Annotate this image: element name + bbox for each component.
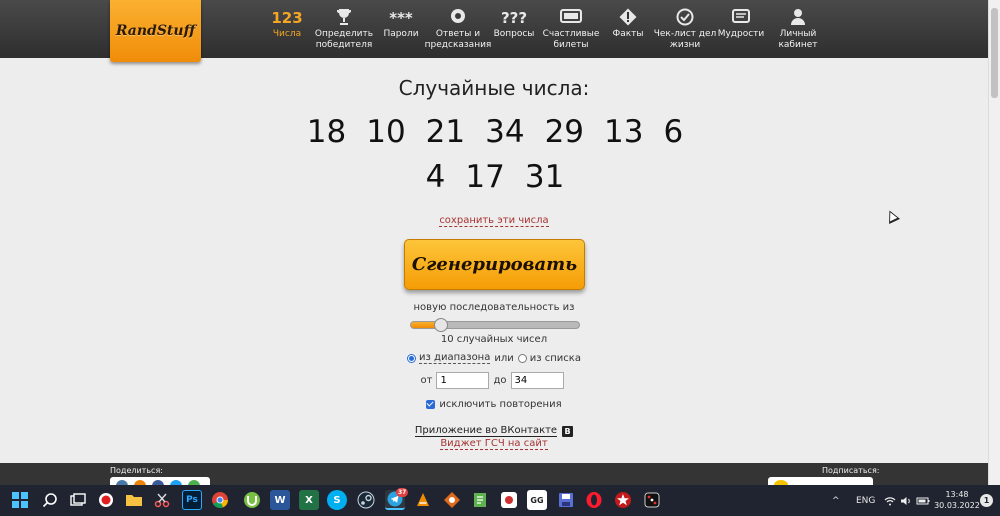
record-icon[interactable] — [96, 490, 116, 510]
notification-badge[interactable]: 1 — [980, 494, 993, 507]
notepad-app-icon[interactable] — [470, 490, 490, 510]
sequence-label: новую последовательность из — [413, 302, 575, 313]
scrollbar-thumb[interactable] — [991, 8, 998, 98]
subscribe-label: Подписаться: — [822, 466, 880, 475]
volume-icon[interactable] — [900, 485, 912, 516]
top-navigation: RandStuff 123 Числа Определить победител… — [0, 0, 988, 62]
save-numbers-row: сохранить эти числа — [0, 208, 988, 227]
exclude-repeats-label[interactable]: исключить повторения — [439, 399, 561, 410]
main-content: Случайные числа: 18 10 21 34 29 13 6 4 1… — [0, 58, 988, 463]
nav-label: Числа — [272, 29, 302, 39]
telegram-icon[interactable]: 37 — [385, 488, 409, 510]
file-explorer-icon[interactable] — [124, 490, 144, 510]
photoshop-icon[interactable]: Ps — [182, 490, 202, 510]
tray-overflow-icon[interactable]: ^ — [832, 485, 840, 516]
random-number: 31 — [524, 159, 565, 195]
nav-label: Определить победителя — [314, 29, 374, 50]
vk-icon[interactable]: В — [562, 425, 574, 437]
range-mode-label[interactable]: из диапазона — [419, 352, 491, 364]
list-radio[interactable] — [517, 353, 527, 363]
nav-label: Мудрости — [717, 29, 765, 39]
random-number: 17 — [465, 159, 505, 195]
mode-selector: из диапазона или из списка — [0, 352, 988, 364]
vlc-icon[interactable] — [413, 490, 433, 510]
random-numbers: 18 10 21 34 29 13 6 4 17 31 — [290, 110, 700, 200]
media-app-icon[interactable] — [499, 490, 519, 510]
from-label: от — [420, 375, 433, 386]
logo-text: RandStuff — [115, 23, 196, 39]
game-app-icon[interactable] — [442, 490, 462, 510]
vk-app-link[interactable]: Приложение во ВКонтакте — [414, 425, 558, 437]
clock-time: 13:48 — [945, 490, 969, 499]
generate-button-label: Сгенерировать — [411, 254, 578, 275]
battery-icon[interactable] — [916, 485, 930, 516]
scissors-icon[interactable] — [152, 490, 172, 510]
nav-item-account[interactable]: Личный кабинет — [763, 8, 833, 51]
random-number: 6 — [663, 114, 684, 150]
search-icon[interactable] — [40, 490, 60, 510]
word-icon[interactable]: W — [270, 490, 290, 510]
chrome-icon[interactable] — [210, 490, 230, 510]
count-label: 10 случайных чисел — [440, 334, 548, 345]
widget-link[interactable]: Виджет ГСЧ на сайт — [440, 438, 548, 450]
count-slider[interactable] — [410, 318, 580, 332]
nav-label: Пароли — [383, 29, 419, 39]
opera-icon[interactable] — [584, 490, 604, 510]
user-icon — [763, 8, 833, 28]
random-number: 13 — [604, 114, 644, 150]
random-number: 34 — [485, 114, 525, 150]
nav-label: Личный кабинет — [778, 29, 818, 50]
vk-app-row: Приложение во ВКонтакте В — [0, 425, 988, 437]
site-logo[interactable]: RandStuff — [110, 0, 201, 62]
share-label: Поделиться: — [110, 466, 163, 475]
windows-start-icon[interactable] — [10, 490, 30, 510]
nav-label: Счастливые билеты — [542, 29, 600, 50]
windows-taskbar: Ps W X S 37 GG ^ ENG 13:48 30.03.2022 1 — [0, 485, 1000, 516]
or-label: или — [494, 352, 514, 364]
random-number: 10 — [366, 114, 406, 150]
range-inputs: от до — [0, 372, 988, 389]
from-input[interactable] — [436, 372, 490, 389]
page-footer: Поделиться: Подписаться: — [0, 463, 988, 492]
exclude-repeats-row: исключить повторения — [0, 399, 988, 410]
widget-row: Виджет ГСЧ на сайт — [0, 438, 988, 450]
page-scrollbar[interactable] — [988, 0, 1000, 485]
steam-icon[interactable] — [356, 490, 376, 510]
to-label: до — [493, 375, 507, 386]
random-number: 18 — [306, 114, 347, 150]
exclude-repeats-checkbox[interactable] — [426, 400, 436, 409]
nav-label: Вопросы — [493, 29, 535, 39]
share-buttons[interactable] — [110, 477, 210, 492]
utorrent-icon[interactable] — [242, 490, 262, 510]
gg-app-icon[interactable]: GG — [527, 490, 547, 510]
nav-label: Факты — [612, 29, 644, 39]
save-app-icon[interactable] — [556, 490, 576, 510]
range-radio[interactable] — [407, 353, 417, 363]
page-title: Случайные числа: — [398, 76, 590, 100]
dice-app-icon[interactable] — [642, 490, 662, 510]
slider-handle[interactable] — [434, 318, 449, 332]
save-numbers-link[interactable]: сохранить эти числа — [439, 215, 549, 227]
random-number: 21 — [425, 114, 466, 150]
task-view-icon[interactable] — [68, 490, 88, 510]
telegram-badge: 37 — [396, 488, 409, 497]
excel-icon[interactable]: X — [299, 490, 319, 510]
language-indicator[interactable]: ENG — [856, 485, 875, 516]
wifi-icon[interactable] — [884, 485, 896, 516]
subscribe-widget[interactable] — [768, 477, 873, 490]
generate-button[interactable]: Сгенерировать — [404, 239, 585, 290]
to-input[interactable] — [510, 372, 564, 389]
random-number: 29 — [544, 114, 585, 150]
system-clock[interactable]: 13:48 30.03.2022 — [934, 489, 980, 511]
clock-date: 30.03.2022 — [934, 501, 980, 510]
pokerstars-icon[interactable] — [613, 490, 633, 510]
random-number: 4 — [425, 159, 446, 195]
skype-icon[interactable]: S — [327, 490, 347, 510]
list-mode-label[interactable]: из списка — [530, 353, 581, 364]
